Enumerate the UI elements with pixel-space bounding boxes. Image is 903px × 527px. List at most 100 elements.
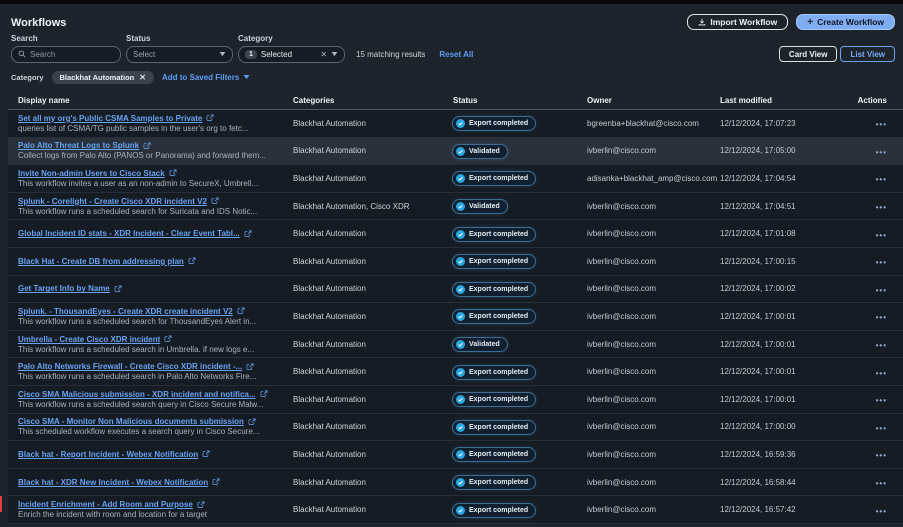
check-circle-icon: [456, 174, 465, 183]
workflow-title-link[interactable]: Splunk. - ThousandEyes - Create XDR crea…: [18, 307, 233, 316]
row-actions-button[interactable]: •••: [876, 507, 887, 516]
table-row[interactable]: Global Incident ID stats - XDR Incident …: [8, 220, 903, 248]
workflow-title-link[interactable]: Incident Enrichment - Add Room and Purpo…: [18, 500, 193, 509]
external-link-icon: [143, 142, 151, 150]
import-workflow-button[interactable]: Import Workflow: [687, 14, 788, 30]
external-link-icon: [169, 169, 177, 177]
workflow-description: queries list of CSMA/TG public samples i…: [18, 124, 293, 133]
workflow-last-modified: 12/12/2024, 17:04:51: [720, 202, 848, 211]
reset-all-link[interactable]: Reset All: [439, 50, 473, 59]
workflow-title-link[interactable]: Set all my org's Public CSMA Samples to …: [18, 114, 202, 123]
table-row[interactable]: Get Target Info by Name Blackhat Automat…: [8, 276, 903, 304]
workflow-last-modified: 12/12/2024, 17:00:01: [720, 395, 848, 404]
check-circle-icon: [456, 312, 465, 321]
row-actions-button[interactable]: •••: [876, 231, 887, 240]
category-filter-chip[interactable]: Blackhat Automation ✕: [52, 71, 154, 84]
workflow-categories: Blackhat Automation: [293, 340, 453, 349]
row-actions-button[interactable]: •••: [876, 369, 887, 378]
search-icon: [18, 50, 26, 60]
column-actions: Actions: [848, 96, 903, 105]
row-actions-button[interactable]: •••: [876, 148, 887, 157]
status-label: Status: [126, 34, 233, 43]
workflow-title-link[interactable]: Black Hat - Create DB from addressing pl…: [18, 257, 184, 266]
matching-results-count: 15 matching results: [356, 50, 425, 59]
check-circle-icon: [456, 478, 465, 487]
category-select[interactable]: 1 Selected ✕ ▼: [238, 46, 345, 63]
plus-icon: +: [807, 17, 813, 28]
table-row[interactable]: Umbrella - Create Cisco XDR incident Thi…: [8, 331, 903, 359]
table-row[interactable]: Black hat - Report Incident - Webex Noti…: [8, 441, 903, 469]
workflow-title-link[interactable]: Black hat - XDR New Incident - Webex Not…: [18, 478, 208, 487]
workflow-description: This workflow runs a scheduled search fo…: [18, 317, 293, 326]
check-circle-icon: [456, 450, 465, 459]
row-actions-button[interactable]: •••: [876, 120, 887, 129]
check-circle-icon: [456, 257, 465, 266]
list-view-button[interactable]: List View: [840, 46, 895, 62]
row-actions-button[interactable]: •••: [876, 341, 887, 350]
external-link-icon: [244, 230, 252, 238]
external-link-icon: [260, 390, 268, 398]
workflow-owner: ivberlin@cisco.com: [587, 284, 720, 293]
applied-category-label: Category: [11, 73, 44, 82]
search-label: Search: [11, 34, 121, 43]
workflow-description: This workflow runs a scheduled search in…: [18, 372, 293, 381]
workflow-title-link[interactable]: Cisco SMA Malicious submission - XDR inc…: [18, 390, 256, 399]
workflow-categories: Blackhat Automation: [293, 146, 453, 155]
workflow-last-modified: 12/12/2024, 17:00:01: [720, 340, 848, 349]
workflow-owner: bgreenba+blackhat@cisco.com: [587, 119, 720, 128]
workflow-last-modified: 12/12/2024, 17:04:54: [720, 174, 848, 183]
clear-category-icon[interactable]: ✕: [320, 50, 327, 59]
row-actions-button[interactable]: •••: [876, 286, 887, 295]
workflow-last-modified: 12/12/2024, 17:07:23: [720, 119, 848, 128]
table-row[interactable]: Black Hat - Create DB from addressing pl…: [8, 248, 903, 276]
workflow-categories: Blackhat Automation: [293, 257, 453, 266]
table-row[interactable]: Palo Alto Threat Logs to Splunk Collect …: [8, 138, 903, 166]
view-toggle: Card View List View: [779, 46, 895, 62]
workflow-last-modified: 12/12/2024, 17:00:01: [720, 367, 848, 376]
workflow-title-link[interactable]: Global Incident ID stats - XDR Incident …: [18, 229, 240, 238]
workflow-title-link[interactable]: Palo Alto Threat Logs to Splunk: [18, 141, 139, 150]
row-actions-button[interactable]: •••: [876, 203, 887, 212]
table-row[interactable]: Splunk. - ThousandEyes - Create XDR crea…: [8, 303, 903, 331]
card-view-button[interactable]: Card View: [779, 46, 838, 62]
workflow-title-link[interactable]: Umbrella - Create Cisco XDR incident: [18, 335, 160, 344]
workflow-title-link[interactable]: Invite Non-admin Users to Cisco Stack: [18, 169, 165, 178]
row-actions-button[interactable]: •••: [876, 424, 887, 433]
filter-bar: Search Status Select ▼ Category 1 Select…: [0, 30, 903, 63]
table-row[interactable]: Incident Enrichment - Add Room and Purpo…: [8, 496, 903, 524]
row-actions-button[interactable]: •••: [876, 175, 887, 184]
table-row[interactable]: Cisco SMA Malicious submission - XDR inc…: [8, 386, 903, 414]
search-input-wrap[interactable]: [11, 46, 121, 63]
create-workflow-button[interactable]: + Create Workflow: [796, 14, 895, 30]
row-actions-button[interactable]: •••: [876, 451, 887, 460]
status-badge: Export completed: [453, 448, 535, 461]
table-row[interactable]: Black hat - XDR New Incident - Webex Not…: [8, 469, 903, 497]
table-row[interactable]: Invite Non-admin Users to Cisco Stack Th…: [8, 165, 903, 193]
row-actions-button[interactable]: •••: [876, 479, 887, 488]
row-actions-button[interactable]: •••: [876, 396, 887, 405]
workflow-title-link[interactable]: Cisco SMA - Monitor Non Malicious docume…: [18, 417, 244, 426]
workflow-categories: Blackhat Automation: [293, 450, 453, 459]
table-row[interactable]: Cisco SMA - Monitor Non Malicious docume…: [8, 414, 903, 442]
external-link-icon: [237, 307, 245, 315]
workflow-title-link[interactable]: Get Target Info by Name: [18, 284, 110, 293]
workflow-title-link[interactable]: Splunk - Corelight - Create Cisco XDR in…: [18, 197, 207, 206]
table-row[interactable]: Palo Alto Networks Firewall - Create Cis…: [8, 358, 903, 386]
remove-chip-icon[interactable]: ✕: [139, 73, 146, 82]
workflow-title-link[interactable]: Black hat - Report Incident - Webex Noti…: [18, 450, 198, 459]
table-row[interactable]: Set all my org's Public CSMA Samples to …: [8, 110, 903, 138]
external-link-icon: [202, 450, 210, 458]
row-actions-button[interactable]: •••: [876, 313, 887, 322]
table-row[interactable]: Splunk - Corelight - Create Cisco XDR in…: [8, 193, 903, 221]
add-to-saved-filters-link[interactable]: Add to Saved Filters ▼: [162, 73, 250, 82]
status-select[interactable]: Select ▼: [126, 46, 233, 63]
workflow-title-link[interactable]: Palo Alto Networks Firewall - Create Cis…: [18, 362, 242, 371]
chevron-down-icon: ▼: [242, 74, 252, 81]
workflow-last-modified: 12/12/2024, 17:00:01: [720, 312, 848, 321]
row-actions-button[interactable]: •••: [876, 258, 887, 267]
status-badge: Export completed: [453, 393, 535, 406]
status-badge: Export completed: [453, 117, 535, 130]
search-input[interactable]: [30, 50, 114, 59]
status-badge: Export completed: [453, 255, 535, 268]
workflow-owner: ivberlin@cisco.com: [587, 202, 720, 211]
